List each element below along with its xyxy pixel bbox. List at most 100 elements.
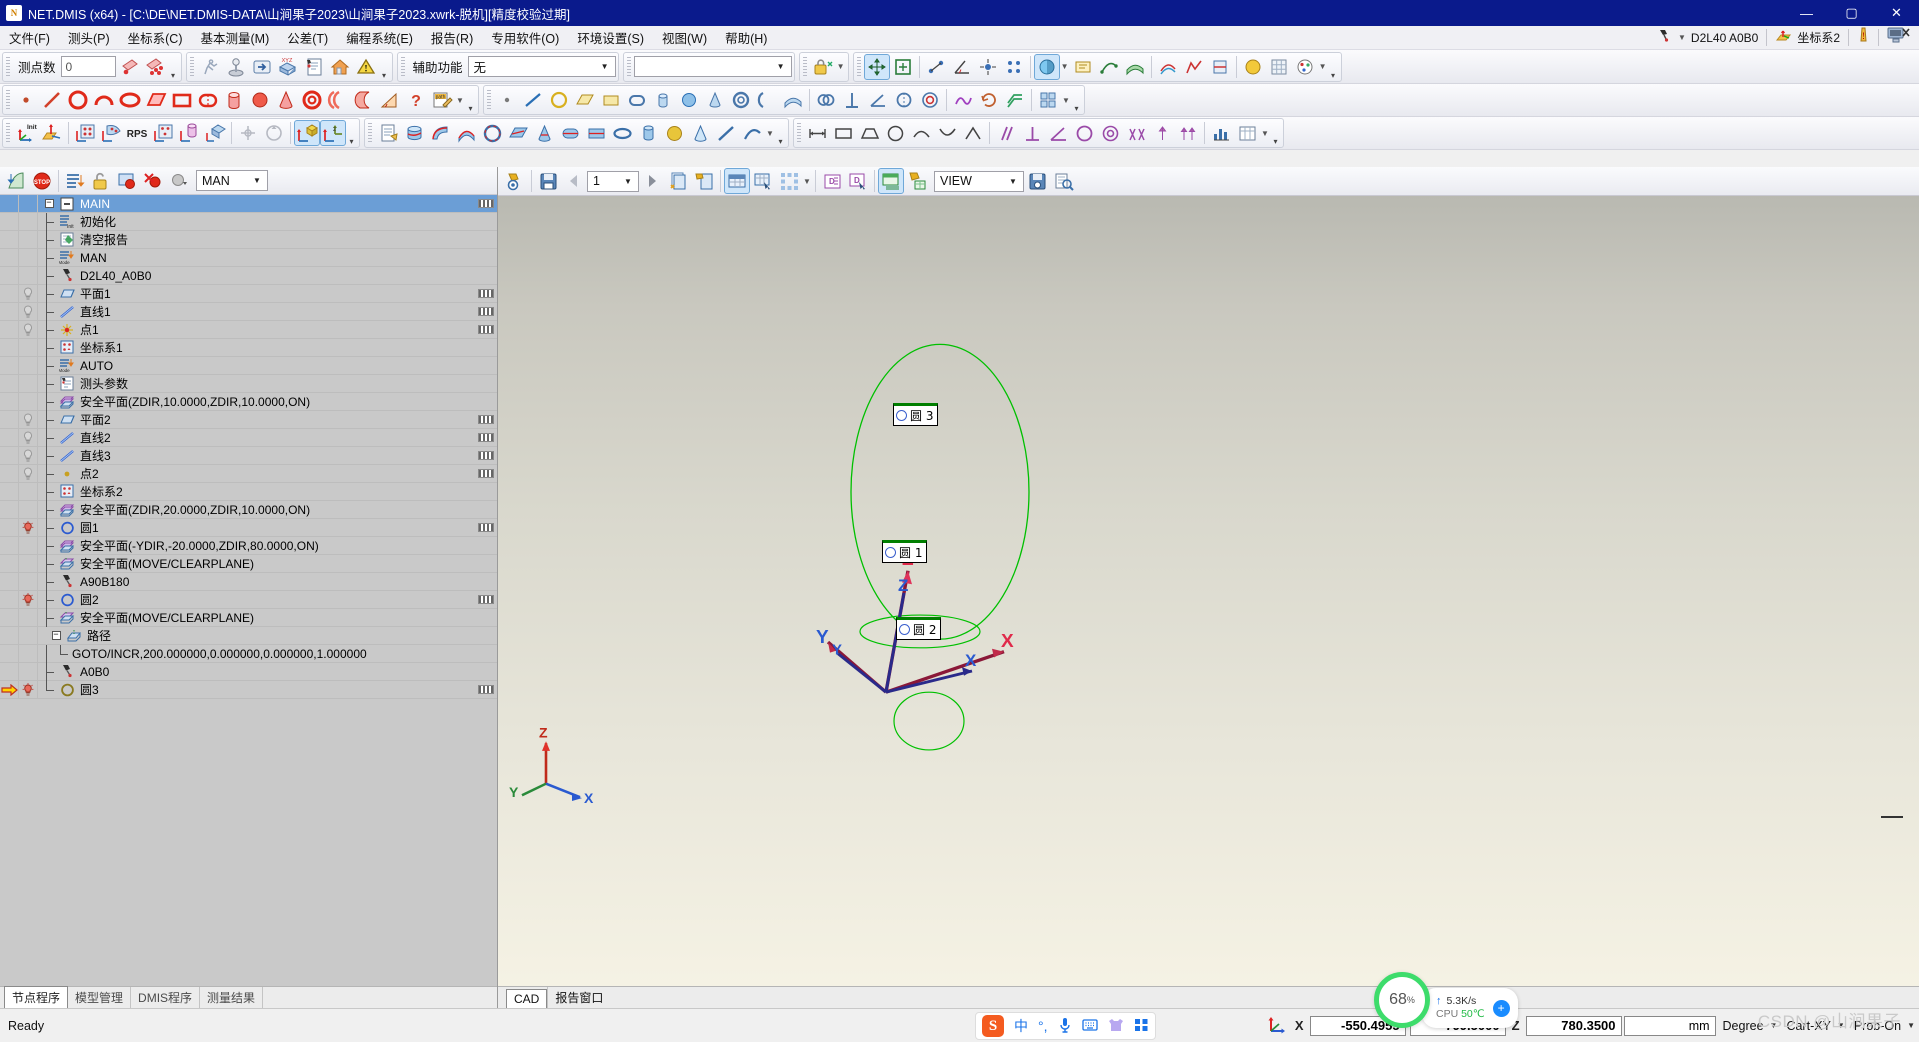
apps-icon[interactable] <box>1134 1018 1149 1035</box>
tree-expander[interactable]: − <box>47 628 65 644</box>
report-dropdown-icon[interactable]: ▼ <box>765 129 775 138</box>
concentric-icon[interactable] <box>917 87 943 113</box>
toolbar-grip-7[interactable] <box>6 90 10 110</box>
toolbar-grip-10[interactable] <box>368 123 372 143</box>
remove-marker-icon[interactable] <box>140 168 166 194</box>
csys-surface-icon[interactable] <box>98 120 124 146</box>
construct-cone-icon[interactable] <box>702 87 728 113</box>
page-chevron-icon[interactable]: ▼ <box>620 173 636 190</box>
insert-line-icon[interactable] <box>62 168 88 194</box>
construct-slot-icon[interactable] <box>624 87 650 113</box>
microphone-icon[interactable] <box>1058 1017 1072 1036</box>
report-slot-icon[interactable] <box>557 120 583 146</box>
tree-node[interactable]: 安全平面(-YDIR,-20.0000,ZDIR,80.0000,ON) <box>38 536 475 555</box>
tree-row[interactable]: A90B180 <box>0 572 497 591</box>
cad-dmis-select-icon[interactable]: D <box>845 168 871 194</box>
feature-arc-icon[interactable] <box>91 87 117 113</box>
toolbar-grip-11[interactable] <box>797 123 801 143</box>
toolbar-grip-9[interactable] <box>6 123 10 143</box>
toolbar-overflow-6[interactable]: ▾ <box>346 120 357 146</box>
csys-init-icon[interactable]: Init <box>13 120 39 146</box>
pattern-dropdown-icon[interactable]: ▼ <box>1061 96 1071 105</box>
report-surface-icon[interactable] <box>453 120 479 146</box>
machine-csys-icon[interactable] <box>1267 1013 1289 1038</box>
angle-construct-icon[interactable] <box>865 87 891 113</box>
run-program-icon[interactable] <box>197 54 223 80</box>
ime-language-mode[interactable]: 中 <box>1014 1016 1028 1036</box>
tree-node[interactable]: 圆1 <box>38 518 475 537</box>
total-runout-icon[interactable] <box>1175 120 1201 146</box>
keyboard-icon[interactable] <box>1081 1018 1098 1035</box>
report-cylinder2-icon[interactable] <box>635 120 661 146</box>
deviation-icon[interactable] <box>1181 54 1207 80</box>
position-tol-icon[interactable] <box>1123 120 1149 146</box>
toolbar-overflow-2[interactable]: ▾ <box>379 54 390 80</box>
tab-model-management[interactable]: 模型管理 <box>68 987 132 1008</box>
palette-icon[interactable] <box>1292 54 1318 80</box>
csys-points-icon[interactable] <box>150 120 176 146</box>
measure-angle-icon[interactable] <box>949 54 975 80</box>
tree-node[interactable]: 坐标系2 <box>38 482 475 501</box>
menu-item-probe[interactable]: 测头(P) <box>59 25 119 50</box>
toolbar-grip-1[interactable] <box>6 56 10 77</box>
tree-node[interactable]: A0B0 <box>38 662 475 681</box>
cad-preview-icon[interactable] <box>1050 168 1076 194</box>
csys-box-icon[interactable] <box>202 120 228 146</box>
tree-row[interactable]: 坐标系1 <box>0 338 497 357</box>
tab-node-program[interactable]: 节点程序 <box>4 986 69 1008</box>
tree-row[interactable]: − 路径 <box>0 626 497 645</box>
run-step-icon[interactable] <box>3 168 29 194</box>
xyz-box-icon[interactable]: XYZ <box>275 54 301 80</box>
length-unit-value[interactable]: mm <box>1623 1015 1716 1036</box>
toolbar-overflow-5[interactable]: ▾ <box>1071 87 1082 113</box>
tree-row[interactable]: GOTO/INCR,200.000000,0.000000,0.000000,1… <box>0 644 497 663</box>
visibility-bulb-icon[interactable] <box>18 428 38 447</box>
cad-scatter-dropdown-icon[interactable]: ▼ <box>802 177 812 186</box>
tree-node[interactable]: A90B180 <box>38 572 475 591</box>
visibility-bulb-icon[interactable] <box>18 284 38 303</box>
tree-row[interactable]: 圆3 <box>0 680 497 699</box>
feature-plane-icon[interactable] <box>143 87 169 113</box>
tree-node[interactable]: 安全平面(ZDIR,10.0000,ZDIR,10.0000,ON) <box>38 392 475 411</box>
csys-part-icon[interactable] <box>294 120 320 146</box>
cad-settings-icon[interactable] <box>502 168 528 194</box>
probe-parameters-icon[interactable] <box>301 54 327 80</box>
aux-function-select[interactable]: 无 ▼ <box>467 56 616 77</box>
feature-cylinder-icon[interactable] <box>221 87 247 113</box>
tree-row[interactable]: 圆2 <box>0 590 497 609</box>
report-torus2-icon[interactable] <box>609 120 635 146</box>
lock-axis-icon[interactable] <box>810 54 836 80</box>
close-button[interactable]: ✕ <box>1874 0 1919 26</box>
report-table-icon[interactable] <box>1234 120 1260 146</box>
toolbar-overflow-3[interactable]: ▾ <box>1328 54 1339 80</box>
tree-node[interactable]: 直线3 <box>38 446 475 465</box>
tree-row[interactable]: A0B0 <box>0 662 497 681</box>
csys-align-icon[interactable] <box>235 120 261 146</box>
report-rect-icon[interactable] <box>583 120 609 146</box>
cad-page-settings-icon[interactable] <box>691 168 717 194</box>
report-sphere-icon[interactable] <box>661 120 687 146</box>
feature-ellipse-icon[interactable] <box>117 87 143 113</box>
skin-icon[interactable] <box>1108 1018 1124 1035</box>
tree-row[interactable]: 安全平面(ZDIR,10.0000,ZDIR,10.0000,ON) <box>0 392 497 411</box>
fit-view-icon[interactable] <box>890 54 916 80</box>
menu-item-special-software[interactable]: 专用软件(O) <box>482 25 568 50</box>
lock-dropdown-icon[interactable]: ▼ <box>836 62 846 71</box>
tree-node[interactable]: Mode MAN <box>38 248 475 267</box>
calibration-warning-icon[interactable]: ! <box>1857 27 1870 49</box>
coordinate-system-icon[interactable] <box>1775 28 1793 48</box>
tree-row[interactable]: D2L40_A0B0 <box>0 266 497 285</box>
chevron-down-icon[interactable]: ▼ <box>597 58 613 75</box>
visibility-bulb-icon[interactable] <box>18 302 38 321</box>
tab-measure-results[interactable]: 测量结果 <box>200 987 264 1008</box>
cad-show-table-icon[interactable] <box>724 168 750 194</box>
toolbar-overflow-8[interactable]: ▾ <box>1270 120 1281 146</box>
construct-rect-icon[interactable] <box>598 87 624 113</box>
csys-rotate-icon[interactable] <box>261 120 287 146</box>
menu-item-programming[interactable]: 编程系统(E) <box>337 25 422 50</box>
visibility-bulb-icon[interactable] <box>18 320 38 339</box>
report-cone2-icon[interactable] <box>687 120 713 146</box>
report-line-icon[interactable] <box>713 120 739 146</box>
menu-item-environment[interactable]: 环境设置(S) <box>568 25 653 50</box>
tab-dmis-program[interactable]: DMIS程序 <box>131 987 201 1008</box>
